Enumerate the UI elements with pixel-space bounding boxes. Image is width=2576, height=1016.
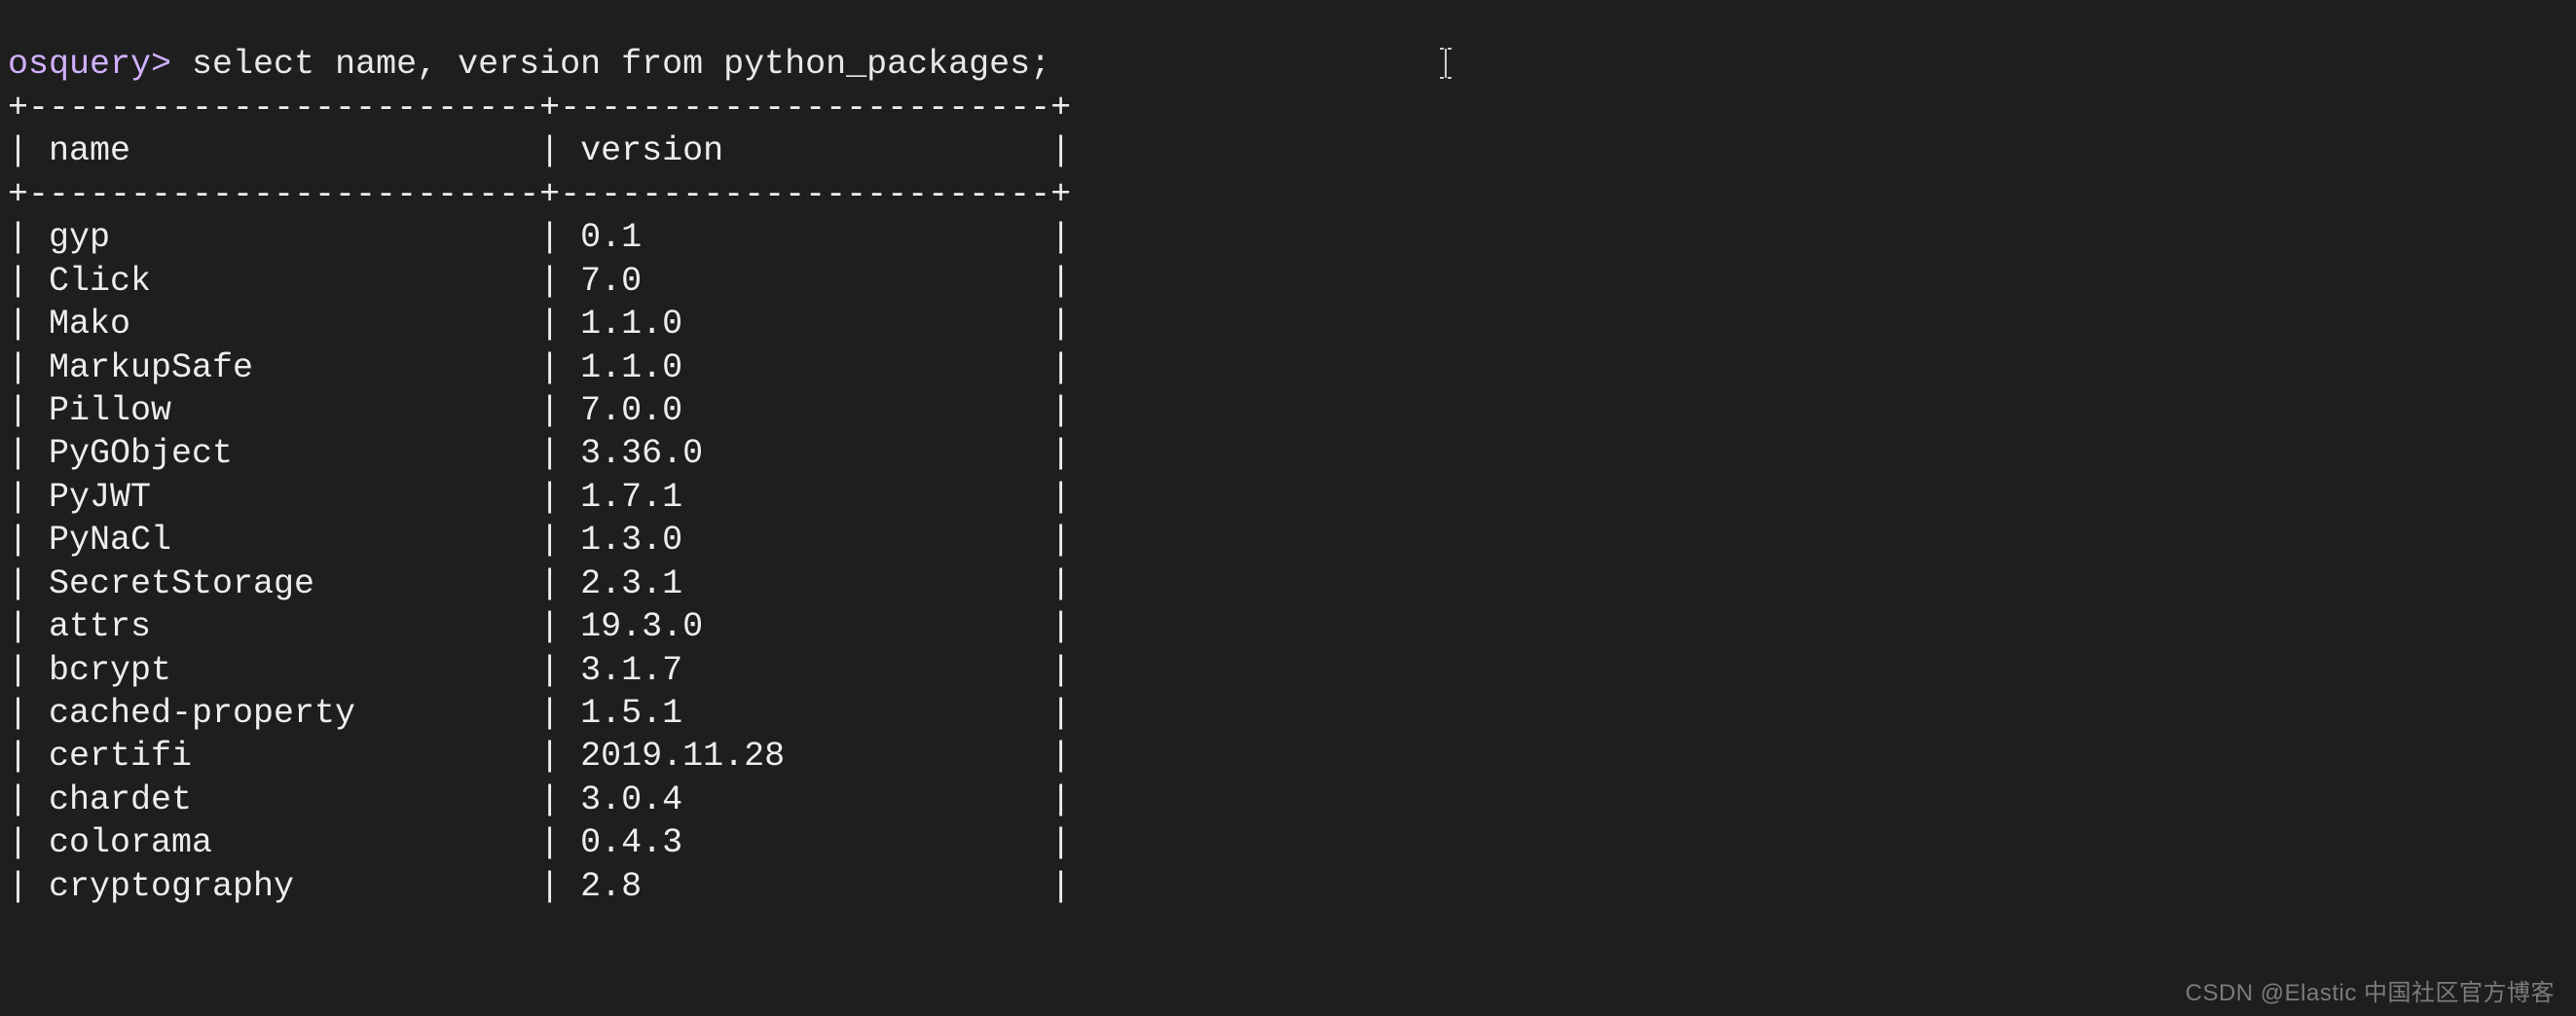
watermark-text: CSDN @Elastic 中国社区官方博客 xyxy=(2186,979,2555,1008)
shell-prompt: osquery> xyxy=(8,45,171,84)
table-border-middle: +-------------------------+-------------… xyxy=(8,175,1071,214)
terminal-output[interactable]: osquery> select name, version from pytho… xyxy=(0,0,2576,908)
table-body: | gyp | 0.1 | | Click | 7.0 | | Mako | 1… xyxy=(8,218,1071,906)
sql-query: select name, version from python_package… xyxy=(192,45,1050,84)
table-border-top: +-------------------------+-------------… xyxy=(8,89,1071,127)
table-header-row: | name | version | xyxy=(8,131,1071,170)
